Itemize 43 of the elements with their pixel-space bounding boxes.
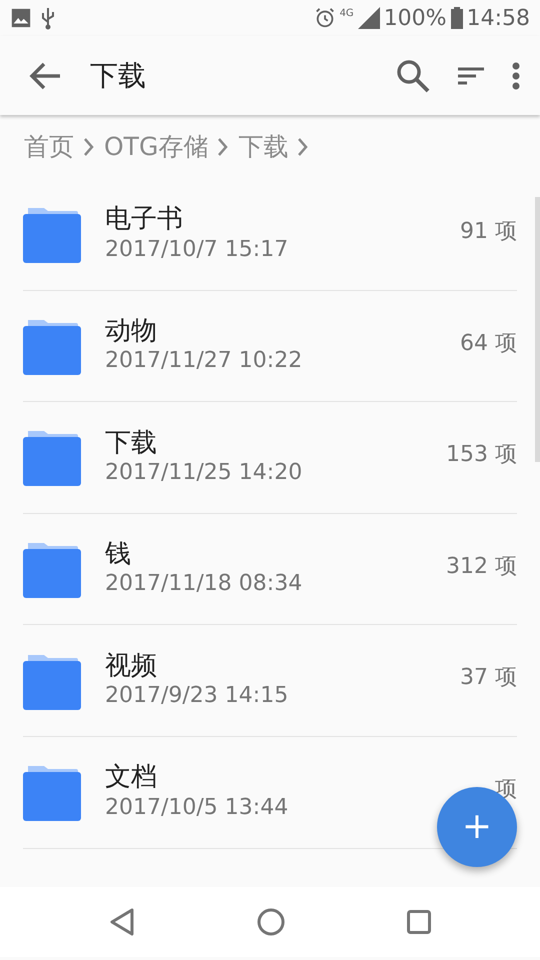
toolbar-title: 下载 xyxy=(90,58,146,94)
circle-icon xyxy=(257,908,285,936)
square-icon xyxy=(407,910,431,934)
folder-name: 电子书 xyxy=(105,204,184,236)
battery-percent: 100% xyxy=(384,4,447,32)
folder-icon xyxy=(23,763,81,822)
folder-name: 视频 xyxy=(105,650,158,682)
chevron-icon xyxy=(218,138,228,156)
image-icon xyxy=(10,7,32,29)
folder-name: 文档 xyxy=(105,762,158,794)
folder-icon xyxy=(23,540,81,598)
chevron-icon xyxy=(84,138,94,156)
chevron-icon xyxy=(298,138,308,156)
usb-icon xyxy=(40,6,56,30)
folder-date: 2017/10/7 15:17 xyxy=(105,236,288,264)
item-count: 37 项 xyxy=(460,664,517,692)
folder-date: 2017/10/5 13:44 xyxy=(105,794,288,822)
sort-icon xyxy=(458,66,484,86)
item-count: 91 项 xyxy=(460,218,517,246)
item-count: 153 项 xyxy=(446,441,517,470)
battery-icon xyxy=(450,7,463,29)
folder-icon xyxy=(23,205,81,264)
more-icon xyxy=(512,62,520,90)
folder-date: 2017/11/25 14:20 xyxy=(105,458,302,487)
folder-date: 2017/11/18 08:34 xyxy=(105,570,302,598)
folder-name: 下载 xyxy=(105,428,158,459)
network-label: 4G xyxy=(340,6,354,20)
breadcrumb-link[interactable]: 下载 xyxy=(238,128,288,166)
clock: 14:58 xyxy=(466,4,530,32)
item-count: 312 项 xyxy=(446,552,517,581)
back-arrow-icon xyxy=(28,60,62,90)
folder-date: 2017/9/23 14:15 xyxy=(105,682,288,710)
triangle-icon xyxy=(109,908,135,936)
signal-icon xyxy=(358,7,380,29)
alarm-icon xyxy=(314,7,336,29)
search-icon xyxy=(396,58,430,92)
breadcrumb-link[interactable]: OTG存储 xyxy=(104,128,208,166)
breadcrumb-link[interactable]: 首页 xyxy=(24,128,74,166)
folder-date: 2017/11/27 10:22 xyxy=(105,347,302,376)
item-count: 64 项 xyxy=(460,330,517,358)
folder-name: 钱 xyxy=(105,539,132,570)
folder-icon xyxy=(23,428,81,486)
folder-name: 动物 xyxy=(105,316,158,348)
